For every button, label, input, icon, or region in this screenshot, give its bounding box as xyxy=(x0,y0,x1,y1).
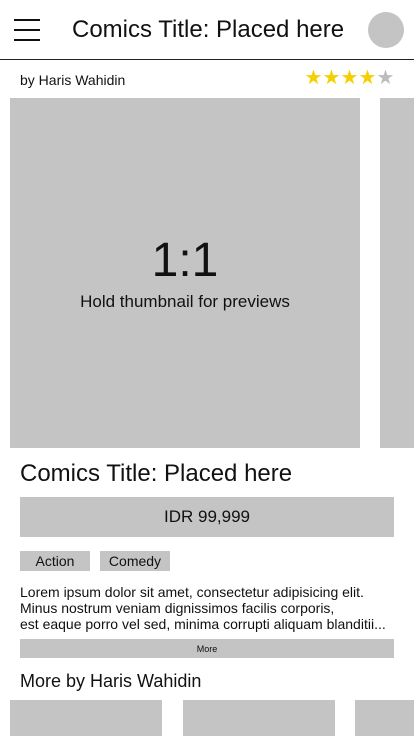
description-line: est eaque porro vel sed, minima corrupti… xyxy=(20,616,386,632)
thumbnail-ratio-label: 1:1 xyxy=(151,234,219,287)
star-empty-icon: ★ xyxy=(376,67,395,89)
more-by-thumbnail[interactable] xyxy=(10,700,162,736)
star-filled-icon: ★ xyxy=(358,67,377,89)
app-screen: Comics Title: Placed here by Haris Wahid… xyxy=(0,0,414,736)
more-description-button[interactable]: More xyxy=(20,639,394,658)
description-line: Lorem ipsum dolor sit amet, consectetur … xyxy=(20,584,364,600)
comic-description: Lorem ipsum dolor sit amet, consectetur … xyxy=(20,584,400,632)
menu-bar xyxy=(14,39,40,41)
more-by-author-heading: More by Haris Wahidin xyxy=(20,671,202,691)
star-rating: ★★★★★ xyxy=(304,66,395,90)
tag-comedy[interactable]: Comedy xyxy=(100,551,170,571)
more-by-thumbnail[interactable] xyxy=(355,700,414,736)
tag-action[interactable]: Action xyxy=(20,551,90,571)
thumbnail-hint-text: Hold thumbnail for previews xyxy=(80,292,290,311)
buy-price-button[interactable]: IDR 99,999 xyxy=(20,497,394,537)
app-header: Comics Title: Placed here xyxy=(0,0,414,60)
hamburger-menu-icon[interactable] xyxy=(14,18,40,42)
next-thumbnail[interactable] xyxy=(380,98,414,448)
star-filled-icon: ★ xyxy=(304,67,323,89)
author-byline[interactable]: by Haris Wahidin xyxy=(20,71,125,89)
star-filled-icon: ★ xyxy=(322,67,341,89)
user-avatar[interactable] xyxy=(368,12,404,48)
menu-bar xyxy=(14,19,40,21)
comic-title: Comics Title: Placed here xyxy=(20,460,293,487)
menu-bar xyxy=(14,29,40,31)
star-filled-icon: ★ xyxy=(340,67,359,89)
thumbnail-carousel[interactable]: 1:1 Hold thumbnail for previews xyxy=(0,98,414,448)
main-thumbnail[interactable]: 1:1 Hold thumbnail for previews xyxy=(10,98,360,448)
header-title: Comics Title: Placed here xyxy=(72,16,345,43)
more-by-thumbnail[interactable] xyxy=(183,700,335,736)
description-line: Minus nostrum veniam dignissimos facilis… xyxy=(20,600,335,616)
